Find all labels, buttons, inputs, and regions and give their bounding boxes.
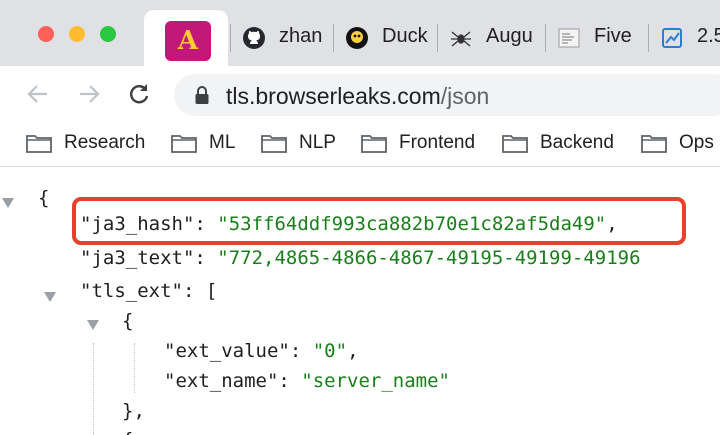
bookmark-nlp[interactable]: NLP [261, 130, 336, 156]
folder-icon [641, 135, 667, 153]
bookmark-frontend[interactable]: Frontend [361, 130, 475, 156]
tab-august[interactable]: Augu [437, 22, 547, 54]
back-arrow-icon [27, 85, 47, 103]
ja3-hash-line: "ja3_hash": "53ff64ddf993ca882b70e1c82af… [80, 209, 618, 239]
bookmark-ml[interactable]: ML [171, 130, 235, 156]
tab-chart[interactable]: 2.5 [648, 22, 720, 54]
bookmark-research[interactable]: Research [26, 130, 145, 156]
ja3-text-value: "772,4865-4866-4867-49195-49199-49196 [217, 247, 641, 269]
url-path: /json [440, 83, 490, 109]
ext-name-value: "server_name" [301, 370, 450, 392]
indent-guide [93, 343, 94, 435]
address-bar[interactable]: tls.browserleaks.com/json [174, 74, 720, 116]
object-open-brace: { [122, 310, 134, 332]
forward-button[interactable] [75, 80, 103, 108]
colon: : [289, 340, 313, 362]
next-object-open-brace: { [122, 425, 133, 435]
lock-icon [195, 86, 209, 104]
ja3-hash-key: "ja3_hash" [80, 213, 195, 235]
tab-five[interactable]: Five [545, 22, 645, 54]
colon: : [194, 213, 218, 235]
bookmark-label: Backend [540, 132, 614, 153]
tab-separator [437, 24, 438, 52]
maximize-window-button[interactable] [100, 26, 116, 42]
tab-separator [648, 24, 649, 52]
folder-icon [171, 135, 197, 153]
bookmark-label: Frontend [399, 132, 476, 153]
bookmark-label: Ops [679, 132, 714, 153]
github-icon [242, 26, 266, 50]
document-icon [557, 26, 581, 50]
tab-separator [545, 24, 546, 52]
reload-button[interactable] [125, 80, 153, 108]
colon: : [182, 280, 206, 302]
json-viewer: { "ja3_text": "772,4865-4866-4867-49195-… [0, 167, 720, 435]
tab-label: Augu [486, 25, 533, 47]
collapse-root-arrow-icon[interactable] [2, 198, 14, 208]
colon: : [278, 370, 302, 392]
array-open-bracket: [ [205, 280, 218, 302]
ext-name-line: "ext_name": "server_name" [164, 366, 450, 396]
browser-toolbar: tls.browserleaks.com/json [0, 66, 720, 122]
tls-ext-line: "tls_ext": [ [80, 276, 217, 306]
minimize-window-button[interactable] [69, 26, 85, 42]
back-button[interactable] [24, 80, 52, 108]
folder-icon [261, 135, 287, 153]
object-close-brace: }, [122, 400, 145, 422]
bookmark-label: NLP [299, 132, 336, 153]
tab-separator [230, 24, 231, 52]
ja3-hash-value: "53ff64ddf993ca882b70e1c82af5da49" [217, 213, 607, 235]
bookmarks-bar: Research ML NLP Frontend Backend Ops [0, 122, 720, 167]
tab-duckduckgo[interactable]: Duck [333, 22, 433, 54]
tab-separator [333, 24, 334, 52]
tab-label: zhan [279, 25, 323, 47]
browserleaks-icon: A [165, 21, 211, 61]
chart-icon [660, 26, 684, 50]
ja3-text-key: "ja3_text" [80, 247, 195, 269]
ext-name-key: "ext_name" [164, 370, 279, 392]
colon: : [194, 247, 218, 269]
tab-label: Five [594, 25, 632, 47]
folder-icon [361, 135, 387, 153]
collapse-tls-ext-arrow-icon[interactable] [44, 292, 56, 302]
tab-github[interactable]: zhan [230, 22, 330, 54]
bookmark-label: Research [64, 132, 146, 153]
indent-guide [134, 343, 135, 393]
url-text: tls.browserleaks.com/json [226, 83, 489, 110]
url-host: tls.browserleaks.com [226, 83, 441, 109]
root-open-brace: { [38, 187, 50, 209]
close-window-button[interactable] [38, 26, 54, 42]
bookmark-backend[interactable]: Backend [502, 130, 614, 156]
comma: , [347, 340, 359, 362]
comma: , [606, 213, 618, 235]
forward-arrow-icon [80, 85, 100, 103]
duckduckgo-icon [345, 26, 369, 50]
ext-value-line: "ext_value": "0", [164, 336, 359, 366]
reload-icon [130, 84, 149, 104]
tab-label: 2.5 [697, 25, 720, 47]
folder-icon [502, 135, 528, 153]
tab-label: Duck [382, 25, 428, 47]
folder-icon [26, 135, 52, 153]
spider-icon [449, 26, 473, 50]
bookmark-ops[interactable]: Ops [641, 130, 714, 156]
ext-value-value: "0" [312, 340, 348, 362]
ja3-text-line: "ja3_text": "772,4865-4866-4867-49195-49… [80, 243, 641, 273]
tls-ext-key: "tls_ext" [80, 280, 183, 302]
bookmark-label: ML [209, 132, 236, 153]
ext-value-key: "ext_value" [164, 340, 290, 362]
tab-strip: A zhan Duck Augu Five 2.5 [0, 0, 720, 66]
collapse-object-arrow-icon[interactable] [87, 320, 99, 330]
